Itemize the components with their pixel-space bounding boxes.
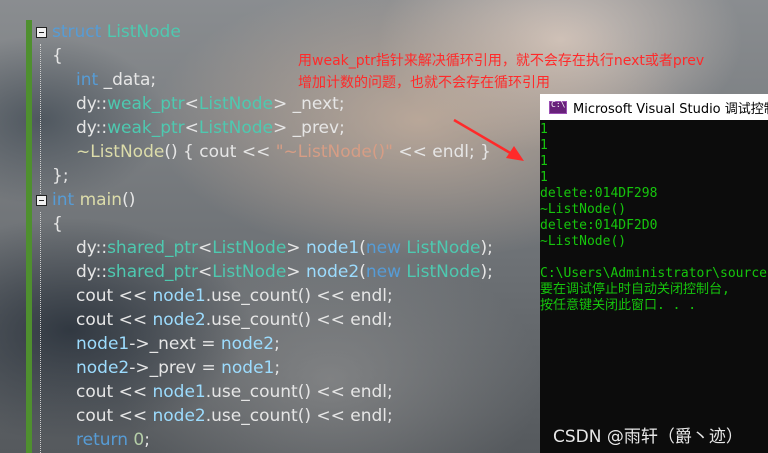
annotation-note: 用weak_ptr指针来解决循环引用，就不会存在执行next或者prev 增加计… xyxy=(298,50,768,94)
code-line: struct ListNode xyxy=(52,22,181,42)
console-output: 1 1 1 1 delete:014DF298 ~ListNode() dele… xyxy=(540,122,768,314)
console-line: 1 xyxy=(540,170,548,185)
console-line: 1 xyxy=(540,154,548,169)
console-titlebar[interactable]: Microsoft Visual Studio 调试控制台 xyxy=(540,94,768,120)
code-line: cout << node2.use_count() << endl; xyxy=(76,406,393,426)
indent-guide xyxy=(40,44,41,194)
code-line: cout << node1.use_count() << endl; xyxy=(76,382,393,402)
console-line: 要在调试停止时自动关闭控制台, xyxy=(540,282,730,297)
console-line: 1 xyxy=(540,122,548,137)
console-line: ~ListNode() xyxy=(540,234,627,249)
code-line: ~ListNode() { cout << "~ListNode()" << e… xyxy=(76,142,491,162)
code-line: dy::shared_ptr<ListNode> node2(new ListN… xyxy=(76,262,493,282)
console-app-icon xyxy=(549,100,567,114)
annotation-arrow-icon xyxy=(453,118,524,161)
console-line: delete:014DF298 xyxy=(540,186,658,201)
console-line: 按任意键关闭此窗口. . . xyxy=(540,298,697,313)
code-line: node1->_next = node2; xyxy=(76,334,280,354)
indent-guide xyxy=(40,212,41,453)
console-line: delete:014DF2D0 xyxy=(540,218,658,233)
code-line: return 0; xyxy=(76,430,150,450)
code-line: cout << node2.use_count() << endl; xyxy=(76,310,393,330)
fold-toggle-main-icon[interactable] xyxy=(36,195,47,206)
code-line: }; xyxy=(52,166,69,186)
code-line: dy::weak_ptr<ListNode> _prev; xyxy=(76,118,345,138)
code-line: int _data; xyxy=(76,70,157,90)
code-line: int main() xyxy=(52,190,136,210)
annotation-line: 增加计数的问题，也就不会存在循环引用 xyxy=(298,75,550,91)
code-line: dy::shared_ptr<ListNode> node1(new ListN… xyxy=(76,238,493,258)
annotation-line: 用weak_ptr指针来解决循环引用，就不会存在执行next或者prev xyxy=(298,53,705,69)
watermark: CSDN @雨轩（爵丶迹） xyxy=(553,427,743,447)
code-line: { xyxy=(52,46,63,66)
console-line: 1 xyxy=(540,138,548,153)
console-line: ~ListNode() xyxy=(540,202,627,217)
code-line: node2->_prev = node1; xyxy=(76,358,281,378)
console-line: C:\Users\Administrator\source xyxy=(540,266,767,281)
fold-toggle-struct-icon[interactable] xyxy=(36,27,47,38)
console-title: Microsoft Visual Studio 调试控制台 xyxy=(573,101,768,117)
code-line: dy::weak_ptr<ListNode> _next; xyxy=(76,94,345,114)
debug-console-window[interactable]: Microsoft Visual Studio 调试控制台 1 1 1 1 de… xyxy=(540,94,768,453)
code-line: { xyxy=(52,214,63,234)
code-line: cout << node1.use_count() << endl; xyxy=(76,286,393,306)
